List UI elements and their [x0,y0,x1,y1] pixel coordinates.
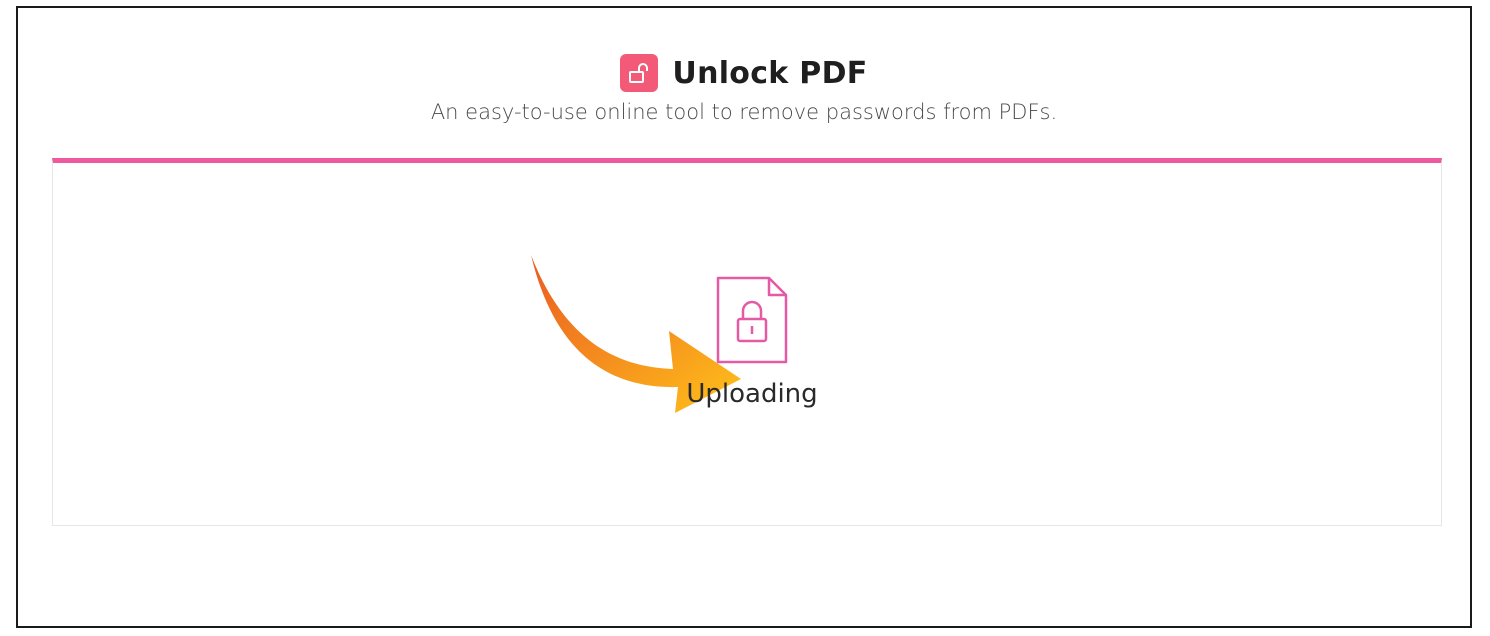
upload-panel[interactable]: Uploading [52,158,1442,526]
locked-file-icon [716,276,788,364]
page-title: Unlock PDF [672,55,868,91]
page-header: Unlock PDF An easy-to-use online tool to… [18,8,1470,158]
page-subtitle: An easy-to-use online tool to remove pas… [430,100,1058,124]
app-window: Unlock PDF An easy-to-use online tool to… [16,6,1472,628]
upload-status: Uploading [686,379,818,409]
title-row: Unlock PDF [18,54,1470,92]
unlock-icon [620,54,659,92]
